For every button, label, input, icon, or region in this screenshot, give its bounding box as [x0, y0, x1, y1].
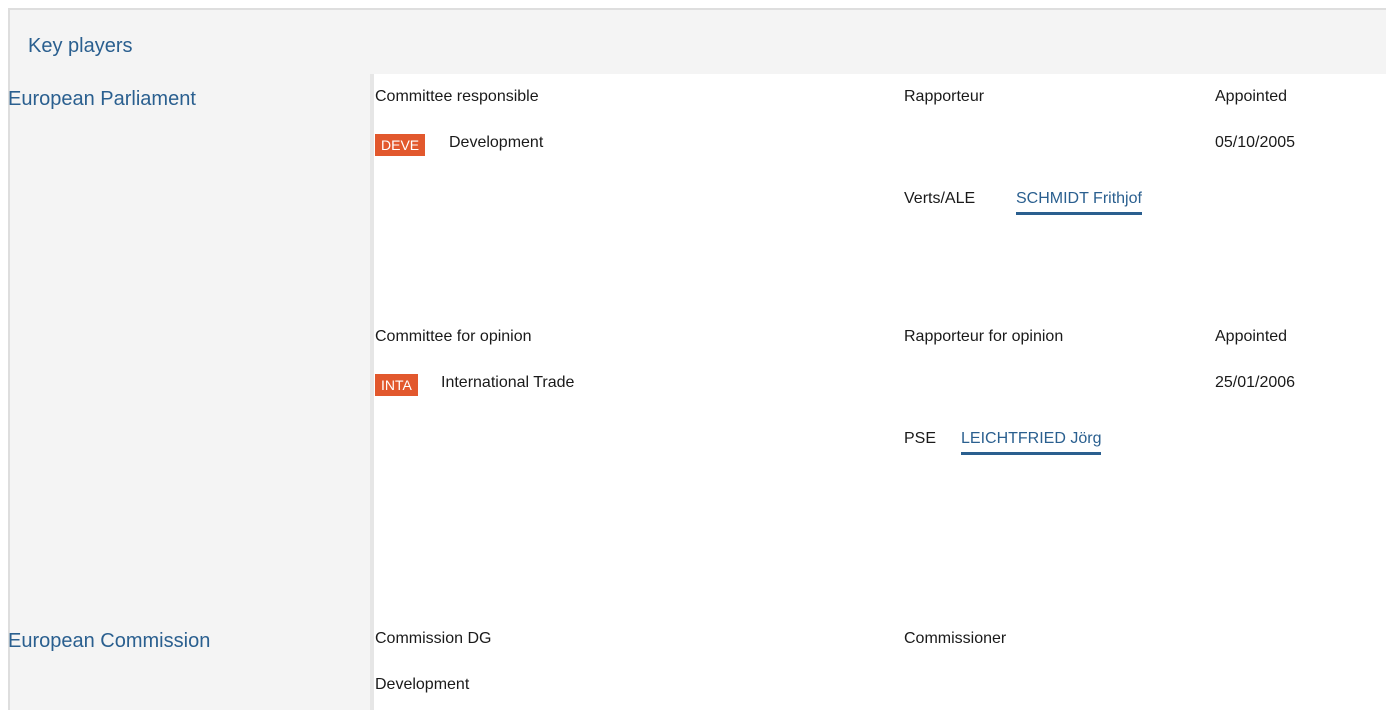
committee-badge-deve[interactable]: DEVE [375, 134, 426, 156]
political-group: Verts/ALE [904, 190, 976, 207]
committee-for-opinion-label: Committee for opinion [375, 328, 532, 345]
appointed-date: 25/01/2006 [1215, 374, 1296, 391]
page-title: Key players [28, 35, 133, 57]
rapporteur-for-opinion-label: Rapporteur for opinion [904, 328, 1064, 345]
appointed-date: 05/10/2005 [1215, 134, 1296, 151]
key-players-page: Key players European Parliament Committe… [0, 0, 1386, 710]
section-title-european-parliament: European Parliament [8, 88, 196, 110]
committee-responsible-label: Committee responsible [375, 88, 539, 105]
column-divider [370, 74, 374, 710]
commission-dg-label: Commission DG [375, 630, 492, 647]
rapporteur-link[interactable]: SCHMIDT Frithjof [1016, 190, 1142, 215]
committee-name: International Trade [441, 374, 575, 391]
political-group: PSE [904, 430, 937, 447]
commission-dg-value: Development [375, 676, 470, 693]
committee-name: Development [449, 134, 544, 151]
appointed-label: Appointed [1215, 328, 1288, 345]
rapporteur-label: Rapporteur [904, 88, 985, 105]
left-column [8, 74, 370, 710]
committee-badge-inta[interactable]: INTA [375, 374, 418, 396]
commissioner-label: Commissioner [904, 630, 1007, 647]
rapporteur-link[interactable]: LEICHTFRIED Jörg [961, 430, 1102, 455]
key-players-header: Key players [8, 8, 1386, 74]
appointed-label: Appointed [1215, 88, 1288, 105]
section-title-european-commission: European Commission [8, 630, 211, 652]
